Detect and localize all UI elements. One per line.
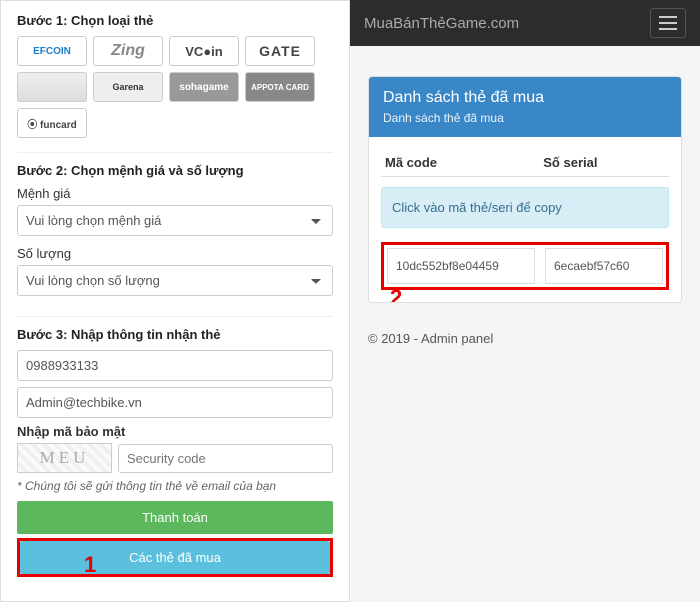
card-appota[interactable]: APPOTA CARD (245, 72, 315, 102)
card-sohagame[interactable]: sohagame (169, 72, 239, 102)
table-row: 10dc552bf8e04459 6ecaebf57c60 (387, 248, 663, 284)
step1-title: Bước 1: Chọn loại thẻ (17, 13, 333, 28)
purchase-form-panel: Bước 1: Chọn loại thẻ EFCOIN Zing VC●in … (0, 0, 350, 602)
phone-field[interactable] (17, 350, 333, 381)
copy-hint-box: Click vào mã thẻ/seri để copy (381, 187, 669, 228)
bought-cards-highlight: Các thẻ đã mua 1 (17, 538, 333, 577)
denomination-select[interactable]: Vui lòng chọn mệnh giá (17, 205, 333, 236)
captcha-image: MEU (17, 443, 112, 473)
code-cell[interactable]: 10dc552bf8e04459 (387, 248, 535, 284)
bought-cards-button[interactable]: Các thẻ đã mua (20, 541, 330, 574)
panel-subtitle: Danh sách thẻ đã mua (383, 111, 504, 125)
card-blank[interactable] (17, 72, 87, 102)
hamburger-icon (659, 16, 677, 18)
step2-title: Bước 2: Chọn mệnh giá và số lượng (17, 163, 333, 178)
table-header: Mã code Số serial (381, 149, 669, 177)
card-gate[interactable]: GATE (245, 36, 315, 66)
menu-toggle-button[interactable] (650, 8, 686, 38)
serial-cell[interactable]: 6ecaebf57c60 (545, 248, 663, 284)
step3-title: Bước 3: Nhập thông tin nhận thẻ (17, 327, 333, 342)
divider (17, 316, 333, 317)
navbar: MuaBánThẻGame.com (350, 0, 700, 46)
quantity-select[interactable]: Vui lòng chọn số lượng (17, 265, 333, 296)
captcha-label: Nhập mã bảo mật (17, 424, 333, 439)
card-type-grid: EFCOIN Zing VC●in GATE Garena sohagame A… (17, 36, 333, 138)
th-serial: Số serial (543, 155, 665, 170)
email-field[interactable] (17, 387, 333, 418)
annotation-1: 1 (84, 552, 96, 578)
pay-button[interactable]: Thanh toán (17, 501, 333, 534)
card-funcard[interactable]: ⦿ funcard (17, 108, 87, 138)
annotation-2: 2 (390, 285, 402, 303)
panel-title: Danh sách thẻ đã mua (383, 89, 667, 107)
right-panel: MuaBánThẻGame.com Danh sách thẻ đã mua D… (350, 0, 700, 602)
card-vcoin[interactable]: VC●in (169, 36, 239, 66)
divider (17, 152, 333, 153)
panel-header: Danh sách thẻ đã mua Danh sách thẻ đã mu… (369, 77, 681, 137)
card-zing[interactable]: Zing (93, 36, 163, 66)
card-row-highlight: 10dc552bf8e04459 6ecaebf57c60 2 (381, 242, 669, 290)
footer-text: © 2019 - Admin panel (350, 317, 700, 360)
captcha-input[interactable] (118, 444, 333, 473)
brand-text: MuaBánThẻGame.com (364, 15, 519, 32)
denomination-label: Mệnh giá (17, 186, 333, 201)
card-garena[interactable]: Garena (93, 72, 163, 102)
th-code: Mã code (385, 155, 543, 170)
quantity-label: Số lượng (17, 246, 333, 261)
purchased-cards-panel: Danh sách thẻ đã mua Danh sách thẻ đã mu… (368, 76, 682, 303)
card-efcoin[interactable]: EFCOIN (17, 36, 87, 66)
email-hint: * Chúng tôi sẽ gửi thông tin thẻ về emai… (17, 479, 333, 493)
